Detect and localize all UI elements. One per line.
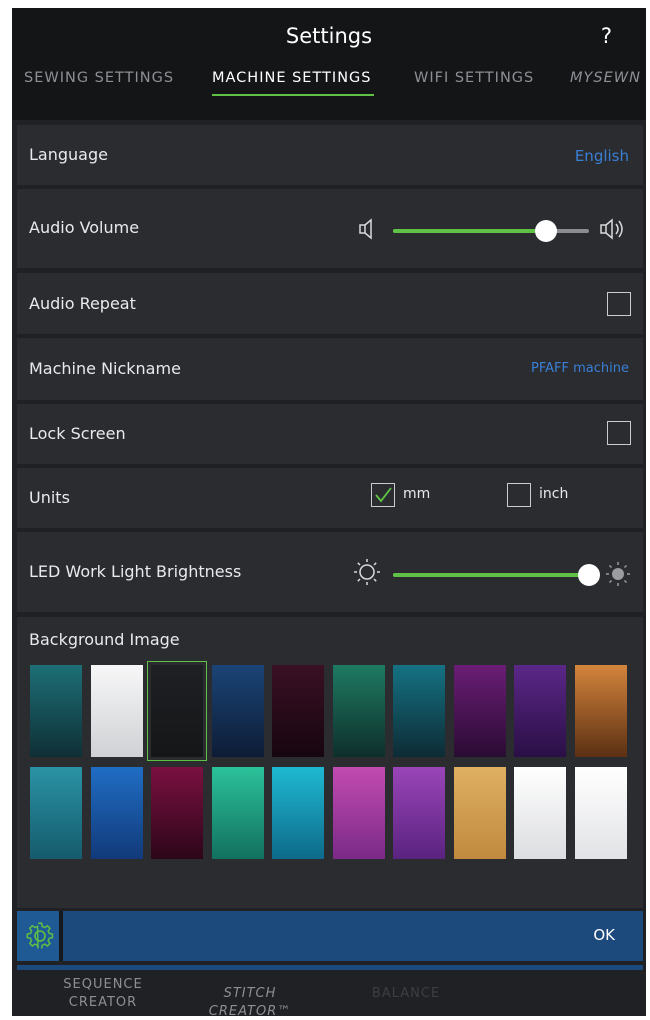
audio-volume-label: Audio Volume: [29, 218, 140, 237]
page-title: Settings: [285, 24, 373, 48]
background-swatch[interactable]: [332, 767, 385, 859]
background-swatch[interactable]: [30, 665, 82, 757]
brightness-high-icon: [606, 562, 630, 586]
audio-repeat-checkbox[interactable]: [607, 292, 631, 316]
led-brightness-row: LED Work Light Brightness: [17, 532, 643, 612]
active-tab-indicator: [212, 94, 374, 96]
gear-icon: [26, 922, 54, 949]
tab-sewing-settings[interactable]: SEWING SETTINGS: [24, 70, 174, 86]
language-row[interactable]: Language English: [17, 125, 643, 185]
tab-wifi-settings[interactable]: WIFI SETTINGS: [414, 70, 534, 86]
lock-screen-label: Lock Screen: [29, 424, 126, 443]
settings-window: Settings ? SEWING SETTINGS MACHINE SETTI…: [12, 8, 646, 1016]
background-swatch[interactable]: [211, 767, 264, 859]
volume-high-icon: [600, 218, 623, 240]
machine-nickname-label: Machine Nickname: [29, 359, 181, 378]
units-mm-label: mm: [403, 486, 431, 502]
led-brightness-label: LED Work Light Brightness: [29, 562, 242, 581]
background-swatch[interactable]: [90, 665, 143, 757]
units-label: Units: [29, 488, 70, 507]
units-inch-checkbox[interactable]: [507, 483, 531, 507]
settings-gear-button[interactable]: [17, 911, 63, 961]
background-swatch[interactable]: [393, 767, 445, 859]
footer-tab-balance[interactable]: BALANCE: [356, 985, 456, 1003]
background-image-label: Background Image: [29, 630, 180, 649]
language-value[interactable]: English: [575, 147, 629, 165]
volume-low-icon: [359, 218, 372, 240]
footer-tab-stitch-creator[interactable]: STITCH CREATOR™: [180, 985, 320, 1016]
units-mm-checkbox[interactable]: [371, 483, 395, 507]
background-swatch[interactable]: [30, 767, 82, 859]
background-swatch[interactable]: [151, 767, 203, 859]
footer-tab-sequence-creator-line1: SEQUENCE: [63, 977, 143, 992]
bottom-strip: [17, 965, 643, 970]
background-swatch[interactable]: [272, 767, 324, 859]
background-swatch[interactable]: [393, 665, 445, 757]
background-swatch[interactable]: [211, 665, 264, 757]
audio-volume-row: Audio Volume: [17, 189, 643, 268]
lock-screen-checkbox[interactable]: [607, 421, 631, 445]
language-label: Language: [29, 145, 108, 164]
brightness-slider-handle[interactable]: [578, 564, 600, 586]
background-swatch[interactable]: [514, 767, 566, 859]
background-swatch[interactable]: [90, 767, 143, 859]
ok-button[interactable]: OK: [593, 926, 615, 944]
footer-tab-sequence-creator[interactable]: SEQUENCE CREATOR: [48, 976, 158, 1012]
checkmark-icon: [375, 487, 392, 503]
background-swatch-selected[interactable]: [147, 661, 207, 761]
tab-machine-settings[interactable]: MACHINE SETTINGS: [212, 70, 372, 86]
background-swatch[interactable]: [332, 665, 385, 757]
units-row: Units mm inch: [17, 468, 643, 528]
footer-tab-sequence-creator-line2: CREATOR: [68, 995, 138, 1010]
help-button[interactable]: ?: [601, 24, 612, 48]
header: Settings ? SEWING SETTINGS MACHINE SETTI…: [12, 8, 646, 120]
bottom-action-bar: OK: [17, 911, 643, 961]
volume-slider-handle[interactable]: [534, 220, 557, 242]
background-swatch[interactable]: [574, 665, 627, 757]
background-swatch[interactable]: [272, 665, 324, 757]
background-image-panel: Background Image: [17, 617, 643, 908]
background-swatch[interactable]: [453, 767, 506, 859]
machine-nickname-row[interactable]: Machine Nickname PFAFF machine: [17, 338, 643, 400]
volume-slider-fill: [393, 229, 546, 233]
brightness-slider-fill: [393, 573, 589, 577]
units-inch-label: inch: [539, 486, 569, 502]
background-swatch[interactable]: [574, 767, 627, 859]
lock-screen-row: Lock Screen: [17, 404, 643, 464]
brightness-low-icon: [354, 559, 380, 585]
tab-mysewnet[interactable]: MYSEWN: [570, 70, 641, 86]
machine-nickname-value[interactable]: PFAFF machine: [531, 361, 629, 376]
background-swatch[interactable]: [453, 665, 506, 757]
audio-repeat-row: Audio Repeat: [17, 273, 643, 334]
background-swatch[interactable]: [514, 665, 566, 757]
audio-repeat-label: Audio Repeat: [29, 294, 136, 313]
